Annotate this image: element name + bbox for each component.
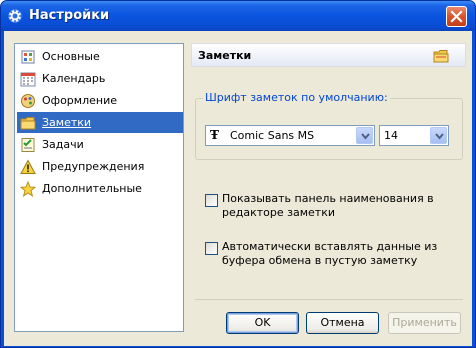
show-title-panel-checkbox[interactable] bbox=[205, 194, 218, 207]
sidebar-item-label: Заметки bbox=[42, 116, 92, 129]
calendar-icon bbox=[20, 72, 36, 86]
close-button[interactable] bbox=[446, 6, 467, 27]
font-size-value: 14 bbox=[384, 129, 398, 142]
tasks-checklist-icon bbox=[21, 137, 35, 152]
settings-window: Настройки Основные Календарь Оформление … bbox=[0, 0, 476, 348]
font-name-select[interactable]: Ŧ Comic Sans MS bbox=[205, 125, 375, 146]
font-name-dropdown-button[interactable] bbox=[356, 127, 373, 144]
dialog-client-area: Основные Календарь Оформление Заметки За… bbox=[4, 31, 472, 346]
notes-folder-icon bbox=[20, 116, 36, 129]
chevron-down-icon bbox=[361, 133, 370, 140]
sidebar-item-label: Основные bbox=[42, 50, 100, 63]
apply-button[interactable]: Применить bbox=[388, 312, 461, 334]
panel-title: Заметки bbox=[198, 49, 252, 62]
font-size-dropdown-button[interactable] bbox=[430, 127, 447, 144]
sidebar-item-label: Задачи bbox=[42, 138, 84, 151]
sidebar-item-label: Оформление bbox=[42, 94, 117, 107]
default-font-group-label: Шрифт заметок по умолчанию: bbox=[203, 91, 390, 104]
sidebar-item-label: Календарь bbox=[42, 72, 106, 85]
font-name-value: Comic Sans MS bbox=[230, 129, 315, 142]
sidebar-item-label: Дополнительные bbox=[42, 182, 142, 195]
font-size-select[interactable]: 14 bbox=[379, 125, 449, 146]
auto-paste-clipboard-checkbox[interactable] bbox=[205, 242, 218, 255]
sidebar-item-tasks[interactable]: Задачи bbox=[17, 134, 183, 155]
sidebar-item-notes[interactable]: Заметки bbox=[17, 112, 183, 133]
settings-page-icon bbox=[21, 50, 35, 63]
window-title: Настройки bbox=[29, 8, 110, 23]
warning-icon bbox=[20, 158, 36, 174]
cancel-button[interactable]: Отмена bbox=[306, 312, 379, 334]
title-bar[interactable]: Настройки bbox=[1, 1, 475, 31]
font-type-icon: Ŧ bbox=[210, 128, 219, 142]
sidebar-item-general[interactable]: Основные bbox=[17, 46, 183, 67]
auto-paste-clipboard-label: Автоматически вставлять данные из буфера… bbox=[222, 240, 438, 267]
sidebar-item-label: Предупреждения bbox=[42, 160, 145, 173]
appearance-icon bbox=[21, 93, 35, 108]
sidebar-item-advanced[interactable]: Дополнительные bbox=[17, 178, 183, 199]
app-gear-icon bbox=[8, 9, 22, 23]
settings-category-list[interactable]: Основные Календарь Оформление Заметки За… bbox=[14, 43, 184, 332]
sidebar-item-calendar[interactable]: Календарь bbox=[17, 68, 183, 89]
star-icon bbox=[20, 180, 36, 197]
sidebar-item-appearance[interactable]: Оформление bbox=[17, 90, 183, 111]
divider bbox=[195, 299, 463, 300]
ok-button[interactable]: OK bbox=[226, 312, 299, 334]
sidebar-item-warnings[interactable]: Предупреждения bbox=[17, 156, 183, 177]
notes-folder-icon bbox=[433, 50, 449, 63]
chevron-down-icon bbox=[435, 133, 444, 140]
close-icon bbox=[450, 10, 463, 23]
show-title-panel-label: Показывать панель наименования в редакто… bbox=[222, 192, 434, 219]
panel-header: Заметки bbox=[191, 43, 466, 67]
